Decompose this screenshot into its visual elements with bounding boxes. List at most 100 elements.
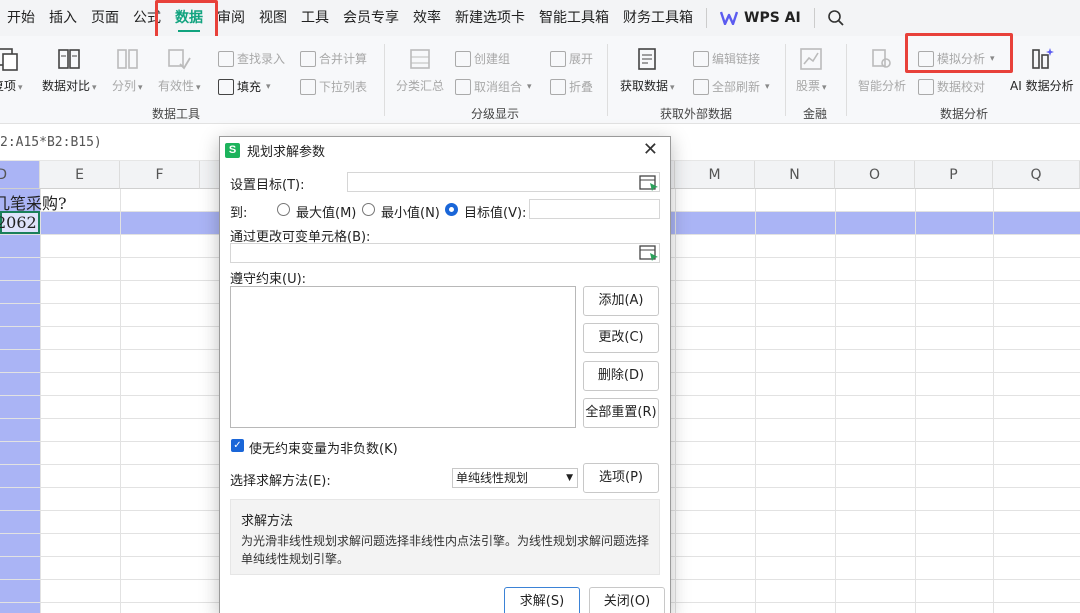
stocks-button[interactable]: 股票 ▾ (796, 46, 827, 94)
method-box-title: 求解方法 (241, 514, 294, 529)
target-value-radio[interactable] (445, 203, 458, 216)
collapse-icon (550, 78, 566, 95)
grid-line (40, 189, 41, 613)
group-label-outline: 分级显示 (471, 107, 520, 121)
smart-analysis-icon (872, 49, 891, 68)
change-button[interactable]: 更改(C) (583, 323, 659, 353)
range-select-icon[interactable] (639, 174, 659, 192)
menu-tools[interactable]: 工具 (294, 0, 336, 36)
stocks-label: 股票 (796, 79, 821, 93)
get-data-button[interactable]: 获取数据 ▾ (620, 46, 675, 94)
column-header-q[interactable]: Q (993, 161, 1080, 189)
set-target-input[interactable] (347, 172, 660, 192)
refresh-all-button[interactable]: 全部刷新 ▾ (693, 78, 770, 95)
delete-button[interactable]: 删除(D) (583, 361, 659, 391)
fill-button[interactable]: 填充 ▾ (218, 78, 271, 95)
what-if-highlight (905, 33, 1013, 73)
get-data-icon (638, 48, 657, 70)
split-icon (117, 49, 139, 69)
ribbon-divider (384, 44, 385, 116)
create-group-button[interactable]: 创建组 (455, 50, 510, 67)
constraints-label: 遵守约束(U): (230, 272, 307, 287)
ai-analysis-label: AI 数据分析 (1010, 79, 1074, 93)
column-header-p[interactable]: P (915, 161, 993, 189)
close-icon[interactable]: ✕ (643, 140, 658, 160)
validity-button[interactable]: 有效性 ▾ (158, 46, 201, 94)
collapse-button[interactable]: 折叠 (550, 78, 593, 95)
compare-label: 数据对比 (42, 79, 91, 93)
menu-smart-toolbox[interactable]: 智能工具箱 (532, 0, 616, 36)
validity-label: 有效性 (158, 79, 195, 93)
ai-data-analysis-button[interactable]: AI 数据分析 (1010, 46, 1074, 94)
split-column-button[interactable]: 分列 ▾ (112, 46, 143, 94)
solving-method-select[interactable]: 单纯线性规划 ▼ (452, 468, 578, 488)
constraints-list[interactable] (230, 286, 576, 428)
dialog-title-bar[interactable]: S 规划求解参数 (220, 137, 670, 163)
edit-links-button[interactable]: 编辑链接 (693, 50, 760, 67)
column-header-d[interactable]: D (0, 161, 40, 189)
subtotal-icon (410, 49, 430, 69)
wps-ai-icon (720, 11, 738, 25)
fill-icon (218, 78, 234, 95)
menu-finance-toolbox[interactable]: 财务工具箱 (616, 0, 700, 36)
edit-links-icon (693, 50, 709, 67)
grid-line (675, 189, 676, 613)
reset-all-button[interactable]: 全部重置(R) (583, 398, 659, 428)
expand-label: 展开 (569, 52, 594, 66)
column-header-f[interactable]: F (120, 161, 200, 189)
max-radio-label: 最大值(M) (296, 206, 357, 221)
min-radio[interactable] (362, 203, 375, 216)
menu-new-tab[interactable]: 新建选项卡 (448, 0, 532, 36)
ai-analysis-icon (1031, 48, 1054, 69)
remove-duplicates-button[interactable]: 复项▾ (0, 46, 23, 94)
options-button[interactable]: 选项(P) (583, 463, 659, 493)
data-compare-button[interactable]: 数据对比 ▾ (42, 46, 97, 94)
ungroup-button[interactable]: 取消组合 ▾ (455, 78, 532, 95)
min-radio-label: 最小值(N) (381, 206, 440, 221)
dropdown-list-label: 下拉列表 (319, 80, 368, 94)
group-label-analysis: 数据分析 (940, 107, 989, 121)
fill-label: 填充 (237, 80, 262, 94)
close-button[interactable]: 关闭(O) (589, 587, 665, 613)
merge-calc-icon (300, 50, 316, 67)
expand-button[interactable]: 展开 (550, 50, 593, 67)
grid-line (993, 189, 994, 613)
create-group-icon (455, 50, 471, 67)
group-label-data-tools: 数据工具 (152, 107, 201, 121)
find-entry-button[interactable]: 查找录入 (218, 50, 285, 67)
menu-efficiency[interactable]: 效率 (406, 0, 448, 36)
formula-text: 2:A15*B2:B15) (0, 135, 102, 150)
column-header-o[interactable]: O (835, 161, 915, 189)
smart-analysis-button[interactable]: 智能分析 (858, 46, 906, 94)
data-proofread-button[interactable]: 数据校对 (918, 78, 985, 95)
selected-column (0, 189, 40, 613)
to-label: 到: (230, 206, 248, 221)
nonnegative-checkbox[interactable]: ✓ (231, 439, 244, 452)
max-radio[interactable] (277, 203, 290, 216)
column-header-e[interactable]: E (40, 161, 120, 189)
column-header-n[interactable]: N (755, 161, 835, 189)
column-header-m[interactable]: M (675, 161, 755, 189)
proofread-icon (918, 78, 934, 95)
menu-member[interactable]: 会员专享 (336, 0, 406, 36)
changing-cells-input[interactable] (230, 243, 660, 263)
solver-parameters-dialog: S 规划求解参数 ✕ 设置目标(T): 到: 最大值(M) 最小值(N) 目标值… (219, 136, 671, 613)
target-value-input[interactable] (529, 199, 660, 219)
dropdown-list-button[interactable]: 下拉列表 (300, 78, 367, 95)
menu-insert[interactable]: 插入 (42, 0, 84, 36)
menu-home[interactable]: 开始 (0, 0, 42, 36)
smart-analysis-label: 智能分析 (858, 79, 907, 93)
subtotal-button[interactable]: 分类汇总 (396, 46, 444, 94)
proofread-label: 数据校对 (937, 80, 986, 94)
menu-page[interactable]: 页面 (84, 0, 126, 36)
search-icon[interactable] (821, 0, 851, 36)
add-button[interactable]: 添加(A) (583, 286, 659, 316)
solve-button[interactable]: 求解(S) (504, 587, 580, 613)
ribbon-divider (785, 44, 786, 116)
wps-ai-button[interactable]: WPS AI (713, 0, 808, 36)
range-select-icon[interactable] (639, 244, 659, 262)
ribbon-divider (607, 44, 608, 116)
merge-calc-button[interactable]: 合并计算 (300, 50, 367, 67)
menu-view[interactable]: 视图 (252, 0, 294, 36)
stocks-icon (800, 48, 823, 70)
